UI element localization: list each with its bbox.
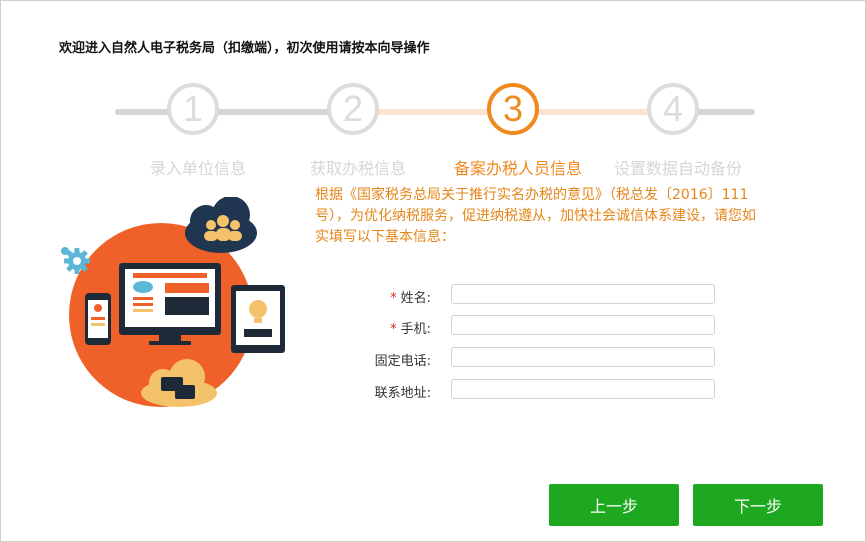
- gear-icon: [61, 247, 90, 274]
- step-1-label: 录入单位信息: [149, 159, 247, 178]
- step-1-number: 1: [182, 88, 204, 129]
- landline-input[interactable]: [451, 347, 715, 367]
- step-4-label: 设置数据自动备份: [613, 159, 743, 178]
- step-2-number: 2: [342, 88, 364, 129]
- required-mark: *: [390, 322, 397, 337]
- step-2-circle: 2: [327, 83, 379, 135]
- name-label: * 姓名:: [390, 291, 431, 306]
- step-3-number: 3: [502, 88, 524, 129]
- wizard-title: 欢迎进入自然人电子税务局（扣缴端），初次使用请按本向导操作: [59, 41, 430, 56]
- intro-text: 根据《国家税务总局关于推行实名办税的意见》（税总发〔2016〕111号），为优化…: [315, 187, 756, 245]
- phone-icon: [85, 293, 111, 345]
- mobile-input[interactable]: [451, 315, 715, 335]
- landline-label: 固定电话:: [374, 354, 431, 369]
- cloud-users-icon: [185, 197, 257, 253]
- step-4-number: 4: [662, 88, 684, 129]
- monitor-icon: [119, 263, 221, 345]
- wizard-dialog: 欢迎进入自然人电子税务局（扣缴端），初次使用请按本向导操作 1 2 3 4 录入…: [0, 0, 866, 542]
- illustration: [61, 197, 285, 407]
- step-2-label: 获取办税信息: [309, 159, 407, 178]
- step-3-circle: 3: [487, 83, 539, 135]
- tablet-lightbulb-icon: [231, 285, 285, 353]
- step-3-label: 备案办税人员信息: [453, 159, 583, 178]
- step-1-circle: 1: [167, 83, 219, 135]
- prev-step-button[interactable]: 上一步: [549, 484, 679, 526]
- address-label: 联系地址:: [374, 386, 431, 401]
- next-step-button[interactable]: 下一步: [693, 484, 823, 526]
- step-4-circle: 4: [647, 83, 699, 135]
- name-input[interactable]: [451, 284, 715, 304]
- mobile-label: * 手机:: [390, 322, 431, 337]
- address-input[interactable]: [451, 379, 715, 399]
- required-mark: *: [390, 291, 397, 306]
